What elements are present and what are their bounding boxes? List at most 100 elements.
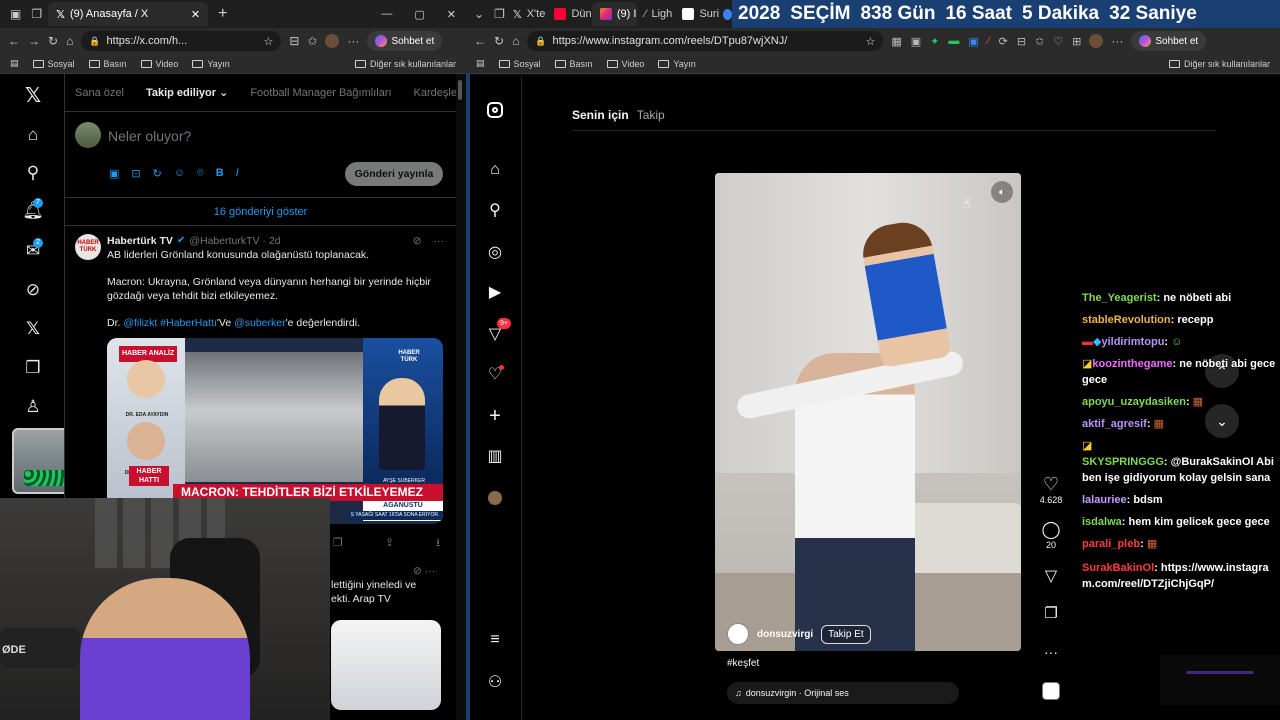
- bold-icon[interactable]: B: [216, 167, 224, 180]
- explore-icon[interactable]: ⚲: [22, 162, 44, 184]
- user-avatar[interactable]: [75, 122, 101, 148]
- grok-tweet-icon[interactable]: ⊘: [413, 234, 422, 248]
- also-from-meta-icon[interactable]: ⚇: [485, 672, 505, 692]
- bookmark-basin[interactable]: Basın: [88, 59, 127, 69]
- grok-compose-icon[interactable]: ↻: [153, 167, 162, 180]
- media-icon[interactable]: ▣: [109, 167, 119, 180]
- tab-football-manager[interactable]: Football Manager Bağımlıları: [250, 87, 391, 99]
- show-new-posts[interactable]: 16 gönderiyi göster: [65, 198, 456, 226]
- more-icon[interactable]: ···: [1036, 644, 1066, 660]
- create-icon[interactable]: +: [485, 405, 505, 427]
- tab-x-home[interactable]: 𝕏 (9) Anasayfa / X ✕: [48, 2, 209, 26]
- bookmark-basin[interactable]: Basın: [554, 59, 593, 69]
- ext-6-icon[interactable]: ⁄: [988, 35, 990, 48]
- messages-icon[interactable]: ✉ 2: [22, 238, 44, 262]
- notifications-icon[interactable]: ♡: [485, 364, 505, 384]
- home-icon[interactable]: ⌂: [22, 124, 44, 146]
- haberturk-avatar[interactable]: HABER TÜRK: [75, 234, 101, 260]
- tab-following[interactable]: Takip ediliyor ⌄: [146, 86, 228, 99]
- profile-avatar[interactable]: [325, 34, 340, 48]
- ext-2-icon[interactable]: ▣: [911, 35, 921, 48]
- ext-5-icon[interactable]: ▣: [968, 35, 978, 48]
- messages-icon[interactable]: ▽ 9+: [485, 318, 511, 344]
- ext-11-icon[interactable]: ⊞: [1072, 35, 1081, 48]
- more-action[interactable]: ···: [1036, 644, 1066, 660]
- comment-icon[interactable]: ◯: [1036, 520, 1066, 540]
- explore-icon[interactable]: ◎: [485, 242, 505, 262]
- bookmark-sosyal[interactable]: Sosyal: [498, 59, 541, 69]
- tweet-media[interactable]: HABER ANALİZ DR. EDA AYAYDIN DR. FİLİZ K…: [107, 338, 443, 524]
- instagram-logo-icon[interactable]: [485, 100, 505, 120]
- bookmark-sosyal[interactable]: Sosyal: [32, 59, 75, 69]
- x-scrollbar[interactable]: [458, 80, 462, 100]
- location-icon[interactable]: ⌾: [197, 167, 204, 180]
- reel-audio[interactable]: ♫ donsuzvirgin · Orijinal ses: [727, 682, 959, 704]
- heart-icon[interactable]: ♡: [1036, 474, 1066, 495]
- maximize-icon[interactable]: ▢: [414, 8, 424, 21]
- italic-icon[interactable]: I: [236, 167, 239, 180]
- bookmark-yayin[interactable]: Yayın: [192, 59, 230, 69]
- bookmark-video[interactable]: Video: [140, 59, 178, 69]
- profile-avatar[interactable]: [1089, 34, 1104, 48]
- refresh-icon[interactable]: ↻: [494, 34, 504, 48]
- copilot-chat-button[interactable]: Sohbet et: [1131, 31, 1207, 51]
- grok-tweet2-icon[interactable]: ⊘ ···: [413, 564, 435, 578]
- mention-suberker[interactable]: @suberker: [234, 317, 286, 329]
- comment-action[interactable]: ◯ 20: [1036, 520, 1066, 550]
- compose-input[interactable]: Neler oluyor?: [108, 128, 191, 144]
- share-icon[interactable]: ⇪: [385, 536, 394, 550]
- extension-icons[interactable]: ▦ ▣ ✦ ▬ ▣ ⁄ ⟳ ⊟ ✩ ♡ ⊞: [891, 35, 1081, 48]
- search-icon[interactable]: ⚲: [485, 200, 505, 220]
- workspaces-icon[interactable]: ▣: [10, 7, 21, 21]
- post-button[interactable]: Gönderi yayınla: [345, 162, 443, 186]
- home-icon[interactable]: ⌂: [485, 160, 505, 180]
- grok-icon[interactable]: ⊘: [22, 279, 44, 301]
- gif-icon[interactable]: ⊡: [131, 167, 140, 180]
- ext-4-icon[interactable]: ▬: [948, 35, 959, 48]
- tweet-author[interactable]: Habertürk TV: [107, 234, 173, 248]
- bookmark-other[interactable]: Diğer sık kullanılanlar: [354, 59, 456, 69]
- tab-for-you[interactable]: Senin için: [572, 108, 629, 122]
- minimize-icon[interactable]: —: [381, 8, 392, 20]
- bookmark-icon[interactable]: ❐: [1036, 604, 1066, 622]
- tab-kardesler[interactable]: Kardeşler Kı: [414, 87, 456, 99]
- premium-icon[interactable]: 𝕏: [22, 318, 44, 340]
- bookmarks-menu-icon[interactable]: ▤: [476, 58, 485, 69]
- bookmark-other[interactable]: Diğer sık kullanılanlar: [1168, 59, 1270, 69]
- tweet-2[interactable]: ⊘ ··· lettiğini yineledi ve ekti. Arap T…: [331, 564, 451, 710]
- back-icon[interactable]: ←: [8, 34, 20, 48]
- tab-x[interactable]: 𝕏 X'te: [505, 2, 547, 26]
- tweet-more-icon[interactable]: ···: [434, 234, 445, 248]
- x-logo-icon[interactable]: 𝕏: [22, 84, 44, 107]
- emoji-icon[interactable]: ☺: [174, 167, 185, 180]
- bookmarks-icon[interactable]: ❒: [22, 357, 44, 379]
- url-field[interactable]: 🔒 https://x.com/h... ☆: [81, 31, 282, 51]
- reel-video[interactable]: 🔈︎ donsuzvirgi Takip Et: [715, 173, 1021, 651]
- ext-7-icon[interactable]: ⟳: [999, 35, 1008, 48]
- reels-icon[interactable]: ▶: [485, 282, 505, 302]
- menu-icon[interactable]: ≡: [485, 630, 505, 650]
- workspaces-icon[interactable]: ❐: [494, 7, 505, 21]
- download-icon[interactable]: ⭳: [436, 536, 440, 550]
- dashboard-icon[interactable]: ▥: [485, 446, 505, 466]
- refresh-icon[interactable]: ↻: [48, 34, 58, 48]
- tab-instagram[interactable]: (9) I: [591, 2, 637, 26]
- save-action[interactable]: ❐: [1036, 604, 1066, 622]
- close-tab-icon[interactable]: ✕: [191, 8, 200, 21]
- tab-following[interactable]: Takip: [637, 108, 665, 122]
- ext-9-icon[interactable]: ✩: [1035, 35, 1044, 48]
- send-icon[interactable]: ▽: [1036, 566, 1066, 586]
- hashtag-haberhatti[interactable]: #HaberHattı: [160, 317, 217, 329]
- more-icon[interactable]: ···: [1111, 34, 1123, 48]
- tab-for-you[interactable]: Sana özel: [75, 87, 124, 99]
- tab-light[interactable]: ⁄ Ligh: [637, 2, 675, 26]
- like-action[interactable]: ♡ 4.628: [1036, 474, 1066, 505]
- more-icon[interactable]: ···: [347, 34, 359, 48]
- globe-icon[interactable]: [723, 8, 732, 20]
- reel-author-avatar[interactable]: [727, 623, 749, 645]
- audio-thumb[interactable]: [1036, 682, 1066, 700]
- split-icon[interactable]: ⊟: [289, 34, 299, 48]
- favorite-star-icon[interactable]: ☆: [865, 35, 875, 48]
- ext-10-icon[interactable]: ♡: [1053, 35, 1063, 48]
- close-window-icon[interactable]: ✕: [447, 8, 456, 21]
